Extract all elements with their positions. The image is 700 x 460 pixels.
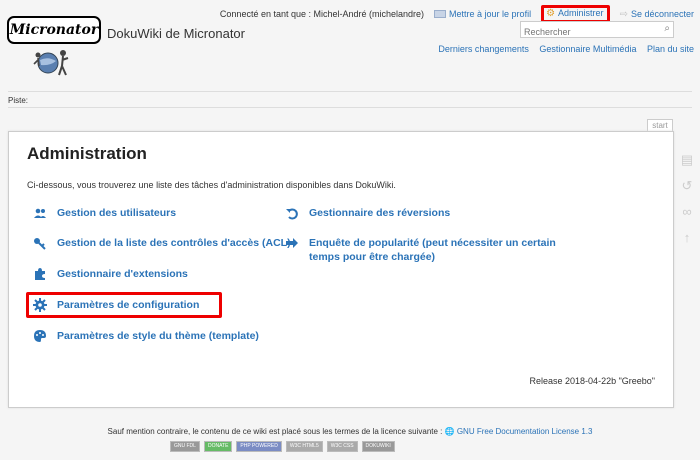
footer-badges: GNU FDL DONATE PHP POWERED W3C HTML5 W3C… [170, 441, 395, 452]
admin-item-label: Paramètres de configuration [57, 299, 200, 311]
badge-donate[interactable]: DONATE [203, 441, 233, 452]
badge-dokuwiki[interactable]: DOKUWIKI [361, 441, 395, 452]
admin-item-revert[interactable]: Gestionnaire des réversions [285, 206, 565, 220]
profile-icon [434, 10, 447, 19]
search-box[interactable]: ⌕ [520, 21, 674, 40]
admin-item-users[interactable]: Gestion des utilisateurs [33, 206, 273, 220]
badge-css[interactable]: W3C CSS [326, 441, 358, 452]
admin-item-label: Paramètres de style du thème (template) [57, 330, 259, 342]
admin-item-label: Gestionnaire d'extensions [57, 268, 188, 280]
admin-item-label: Gestion des utilisateurs [57, 207, 177, 219]
page-content: Administration Ci-dessous, vous trouvere… [8, 131, 674, 408]
license-link[interactable]: GNU Free Documentation License 1.3 [457, 427, 593, 436]
license-prefix: Sauf mention contraire, le contenu de ce… [107, 427, 443, 436]
page-intro: Ci-dessous, vous trouverez une liste des… [27, 180, 396, 190]
release-version: Release 2018-04-22b "Greebo" [529, 376, 655, 386]
backlinks-icon[interactable]: ∞ [678, 204, 696, 230]
admin-item-style[interactable]: Paramètres de style du thème (template) [33, 329, 293, 343]
license-icon: 🌐 [444, 427, 455, 436]
puzzle-icon [35, 268, 45, 280]
search-input[interactable] [521, 24, 657, 40]
breadcrumb-divider [8, 107, 692, 108]
site-tools: Derniers changements Gestionnaire Multim… [430, 44, 694, 54]
admin-item-popularity[interactable]: Enquête de popularité (peut nécessiter u… [285, 236, 565, 264]
admin-item-configuration[interactable]: Paramètres de configuration [26, 292, 222, 318]
palette-icon [34, 330, 46, 342]
show-page-icon[interactable]: ▤ [678, 152, 696, 178]
users-icon [34, 208, 46, 218]
admin-item-acl[interactable]: Gestion de la liste des contrôles d'accè… [33, 236, 303, 250]
page-title: Administration [27, 144, 147, 163]
search-icon[interactable]: ⌕ [664, 23, 670, 34]
old-revisions-icon[interactable]: ↺ [678, 178, 696, 204]
undo-icon [286, 208, 298, 220]
media-manager-link[interactable]: Gestionnaire Multimédia [539, 44, 636, 54]
globe-logo-icon [33, 50, 69, 76]
recent-changes-link[interactable]: Derniers changements [438, 44, 529, 54]
badge-html5[interactable]: W3C HTML5 [285, 441, 323, 452]
site-title[interactable]: DokuWiki de Micronator [107, 26, 245, 41]
badge-gnu-fdl[interactable]: GNU FDL [170, 441, 200, 452]
logout-icon: ⇨ [619, 8, 628, 20]
site-logo[interactable]: Micronator [7, 16, 101, 44]
key-icon [34, 238, 46, 250]
admin-item-extensions[interactable]: Gestionnaire d'extensions [33, 267, 273, 281]
sitemap-link[interactable]: Plan du site [647, 44, 694, 54]
logout-link[interactable]: Se déconnecter [631, 9, 694, 19]
header-divider [8, 91, 692, 92]
back-to-top-icon[interactable]: ↑ [678, 230, 696, 256]
logged-in-text: Connecté en tant que : Michel-André (mic… [219, 9, 425, 20]
admin-item-label: Enquête de popularité (peut nécessiter u… [309, 237, 556, 263]
badge-php[interactable]: PHP POWERED [236, 441, 282, 452]
gear-icon [33, 298, 47, 312]
profile-link[interactable]: Mettre à jour le profil [449, 9, 531, 19]
admin-item-label: Gestion de la liste des contrôles d'accè… [57, 237, 291, 249]
page-tools: ▤ ↺ ∞ ↑ [678, 152, 696, 256]
gear-icon: ⚙ [546, 8, 556, 20]
arrow-right-icon [286, 238, 298, 248]
admin-item-label: Gestionnaire des réversions [309, 207, 451, 219]
admin-link[interactable]: Administrer [558, 8, 604, 18]
breadcrumb: Piste: [8, 96, 29, 105]
license-footer: Sauf mention contraire, le contenu de ce… [0, 427, 700, 436]
